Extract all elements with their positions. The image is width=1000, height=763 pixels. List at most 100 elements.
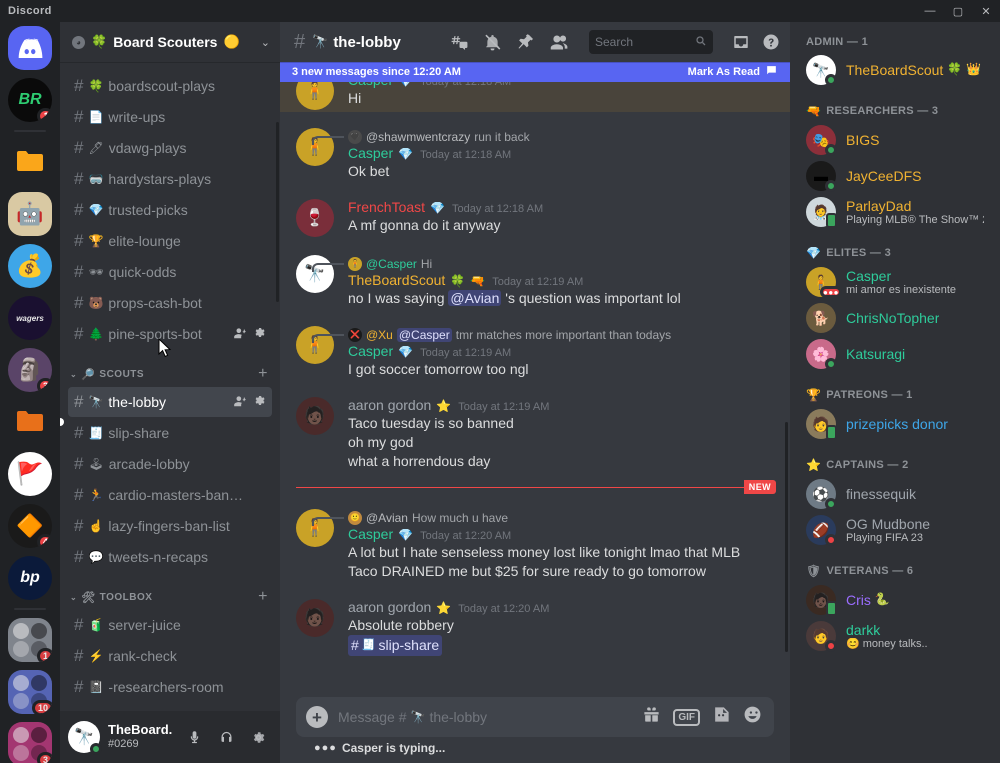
member-TheBoardScout[interactable]: 🔭 TheBoardScout 🍀 👑 bbox=[798, 52, 992, 88]
sticker-icon[interactable] bbox=[712, 705, 731, 729]
message-author[interactable]: Casper bbox=[348, 145, 393, 162]
member-Casper[interactable]: 🧍 ●●● Casper mi amor es inexistente bbox=[798, 264, 992, 300]
reply-context[interactable]: 🧍 @Casper Hi bbox=[312, 255, 776, 273]
mark-as-read-button[interactable]: Mark As Read bbox=[688, 64, 778, 80]
inbox-icon[interactable] bbox=[732, 33, 750, 51]
emoji-icon[interactable] bbox=[743, 705, 762, 729]
add-channel-icon[interactable]: + bbox=[258, 589, 272, 605]
maximize-button[interactable]: ▢ bbox=[944, 0, 972, 22]
reply-author[interactable]: @Xu bbox=[366, 328, 393, 342]
member-Cris[interactable]: 🧑🏿 Cris 🐍 bbox=[798, 582, 992, 618]
member-list[interactable]: ADMIN — 1 🔭 TheBoardScout 🍀 👑 🔫 RESEARCHER… bbox=[790, 22, 1000, 763]
message-author[interactable]: Casper bbox=[348, 82, 393, 89]
avatar[interactable]: 🐕 bbox=[806, 303, 836, 333]
reply-author[interactable]: @Avian bbox=[366, 511, 408, 525]
server-icon-wagers[interactable]: wagers bbox=[8, 296, 52, 340]
server-folder-folder-yellow[interactable] bbox=[8, 140, 52, 184]
member-ParlayDad[interactable]: 🧑‍⚕️ ParlayDad Playing MLB® The Show™ 23 bbox=[798, 194, 992, 230]
avatar[interactable]: 🧍 bbox=[296, 128, 334, 166]
category-TOOLBOX[interactable]: ⌄ 🛠 TOOLBOX + bbox=[60, 573, 280, 609]
avatar[interactable]: ⚽ bbox=[806, 479, 837, 510]
message-author[interactable]: aaron gordon bbox=[348, 397, 431, 414]
server-folder-group-12[interactable]: 3 bbox=[8, 722, 52, 763]
sidebar-item-cardio-masters-ban…[interactable]: # 🏃 cardio-masters-ban… bbox=[68, 480, 272, 510]
sidebar-item-vdawg-plays[interactable]: # 🖊 vdawg-plays bbox=[68, 133, 272, 163]
mention[interactable]: @Avian bbox=[448, 290, 502, 307]
server-icon-diamond-dark[interactable]: 🔶 4 bbox=[8, 504, 52, 548]
server-icon-money-bag[interactable]: 💰 bbox=[8, 244, 52, 288]
guild-header[interactable]: ◕ 🍀 Board Scouters 🟡 ⌄ bbox=[60, 22, 280, 62]
mention[interactable]: @Casper bbox=[396, 327, 452, 342]
member-finessequik[interactable]: ⚽ finessequik bbox=[798, 476, 992, 512]
sidebar-item-elite-lounge[interactable]: # 🏆 elite-lounge bbox=[68, 226, 272, 256]
sidebar-item-the-lobby[interactable]: # 🔭 the-lobby bbox=[68, 387, 272, 417]
channel-actions[interactable] bbox=[233, 394, 266, 411]
new-messages-banner[interactable]: 3 new messages since 12:20 AM Mark As Re… bbox=[280, 62, 790, 82]
sidebar-item-slip-share[interactable]: # 🧾 slip-share bbox=[68, 418, 272, 448]
server-rail[interactable]: BR 1 🤖 💰 wagers 🗿 3 🚩 🔶 4 bp 1 10 3 bbox=[0, 22, 60, 763]
message-list[interactable]: 🧍 Casper 💎 Today at 12:18 AM Hi 🧍 🖤 @sha… bbox=[280, 82, 790, 697]
avatar[interactable]: 🧑🏿 bbox=[296, 397, 334, 436]
member-OG Mudbone[interactable]: 🏈 OG Mudbone Playing FIFA 23 bbox=[798, 512, 992, 548]
discord-home-button[interactable] bbox=[8, 26, 52, 70]
add-channel-icon[interactable]: + bbox=[258, 366, 272, 382]
message[interactable]: 🧍 Casper 💎 Today at 12:18 AM Hi bbox=[280, 82, 790, 112]
avatar[interactable]: ▬ bbox=[806, 161, 837, 192]
channel-mention[interactable]: # 🧾 slip-share bbox=[348, 635, 443, 657]
message[interactable]: 🔭 🧍 @Casper Hi TheBoardScout 🍀 🔫 Today at… bbox=[280, 253, 790, 310]
sidebar-item-lazy-fingers-ban-list[interactable]: # ☝️ lazy-fingers-ban-list bbox=[68, 511, 272, 541]
message[interactable]: 🧍 🙂 @Avian How much u have Casper 💎 Toda… bbox=[280, 507, 790, 583]
server-folder-folder-orange[interactable] bbox=[8, 400, 52, 444]
message[interactable]: 🧑🏿 aaron gordon ⭐ Today at 12:20 AM Abso… bbox=[280, 597, 790, 658]
message-author[interactable]: TheBoardScout bbox=[348, 272, 445, 289]
server-folder-group-11[interactable]: 10 bbox=[8, 670, 52, 714]
sidebar-item-boardscout-plays[interactable]: # 🍀 boardscout-plays bbox=[68, 71, 272, 101]
member-Katsuragi[interactable]: 🌸 Katsuragi bbox=[798, 336, 992, 372]
message-input[interactable]: Message # 🔭 the-lobby bbox=[338, 709, 632, 725]
add-member-icon[interactable] bbox=[233, 326, 247, 343]
chevron-down-icon[interactable]: ⌄ bbox=[261, 36, 270, 49]
gif-button[interactable]: GIF bbox=[673, 708, 700, 726]
headphones-icon[interactable] bbox=[212, 723, 240, 751]
message-author[interactable]: Casper bbox=[348, 526, 393, 543]
message[interactable]: 🧑🏿 aaron gordon ⭐ Today at 12:19 AM Taco… bbox=[280, 395, 790, 473]
threads-icon[interactable] bbox=[450, 33, 469, 52]
close-button[interactable]: ✕ bbox=[972, 0, 1000, 22]
server-icon-gold-bot[interactable]: 🤖 bbox=[8, 192, 52, 236]
sidebar-item-tweets-n-recaps[interactable]: # 💬 tweets-n-recaps bbox=[68, 542, 272, 572]
sidebar-item-trusted-picks[interactable]: # 💎 trusted-picks bbox=[68, 195, 272, 225]
avatar[interactable]: 🧑🏿 bbox=[296, 599, 334, 638]
pin-icon[interactable] bbox=[516, 33, 535, 52]
avatar[interactable]: 🧍 bbox=[296, 509, 334, 548]
avatar[interactable]: 🧑 bbox=[806, 409, 837, 440]
channel-settings-icon[interactable] bbox=[253, 394, 266, 411]
sidebar-item-server-juice[interactable]: # 🧃 server-juice bbox=[68, 610, 272, 640]
scrollbar-thumb[interactable] bbox=[785, 422, 788, 652]
gear-icon[interactable] bbox=[244, 723, 272, 751]
message[interactable]: 🧍 🖤 @shawmwentcrazy run it back Casper 💎… bbox=[280, 126, 790, 183]
message-composer[interactable]: + Message # 🔭 the-lobby GIF bbox=[296, 697, 774, 737]
member-BIGS[interactable]: 🎭 BIGS bbox=[798, 122, 992, 158]
sidebar-item--researchers-room[interactable]: # 📓 -researchers-room bbox=[68, 672, 272, 702]
avatar[interactable]: 🧑🏿 bbox=[806, 585, 837, 616]
sidebar-item-hardystars-plays[interactable]: # 🥽 hardystars-plays bbox=[68, 164, 272, 194]
avatar[interactable]: 🧍 bbox=[296, 82, 334, 110]
avatar[interactable]: 🌸 bbox=[806, 339, 837, 370]
avatar[interactable]: 🔭 bbox=[806, 55, 837, 86]
server-icon-red-flag[interactable]: 🚩 bbox=[8, 452, 52, 496]
avatar[interactable]: 🏈 bbox=[806, 515, 837, 546]
avatar[interactable]: 🎭 bbox=[806, 125, 837, 156]
server-icon-BR[interactable]: BR 1 bbox=[8, 78, 52, 122]
minimize-button[interactable]: — bbox=[916, 0, 944, 22]
sidebar-item-alt-research-room[interactable]: # 🍵 alt-research-room bbox=[68, 703, 272, 711]
avatar[interactable]: 🔭 bbox=[296, 255, 334, 294]
sidebar-item-rank-check[interactable]: # ⚡ rank-check bbox=[68, 641, 272, 671]
server-icon-bp[interactable]: bp bbox=[8, 556, 52, 600]
sidebar-item-write-ups[interactable]: # 📄 write-ups bbox=[68, 102, 272, 132]
sidebar-item-props-cash-bot[interactable]: # 🐻 props-cash-bot bbox=[68, 288, 272, 318]
message[interactable]: 🍷 FrenchToast 💎 Today at 12:18 AM A mf g… bbox=[280, 197, 790, 239]
member-JayCeeDFS[interactable]: ▬ JayCeeDFS bbox=[798, 158, 992, 194]
message-author[interactable]: Casper bbox=[348, 343, 393, 360]
members-icon[interactable] bbox=[549, 32, 570, 53]
member-darkk[interactable]: 🧑 darkk 😊 money talks.. bbox=[798, 618, 992, 654]
